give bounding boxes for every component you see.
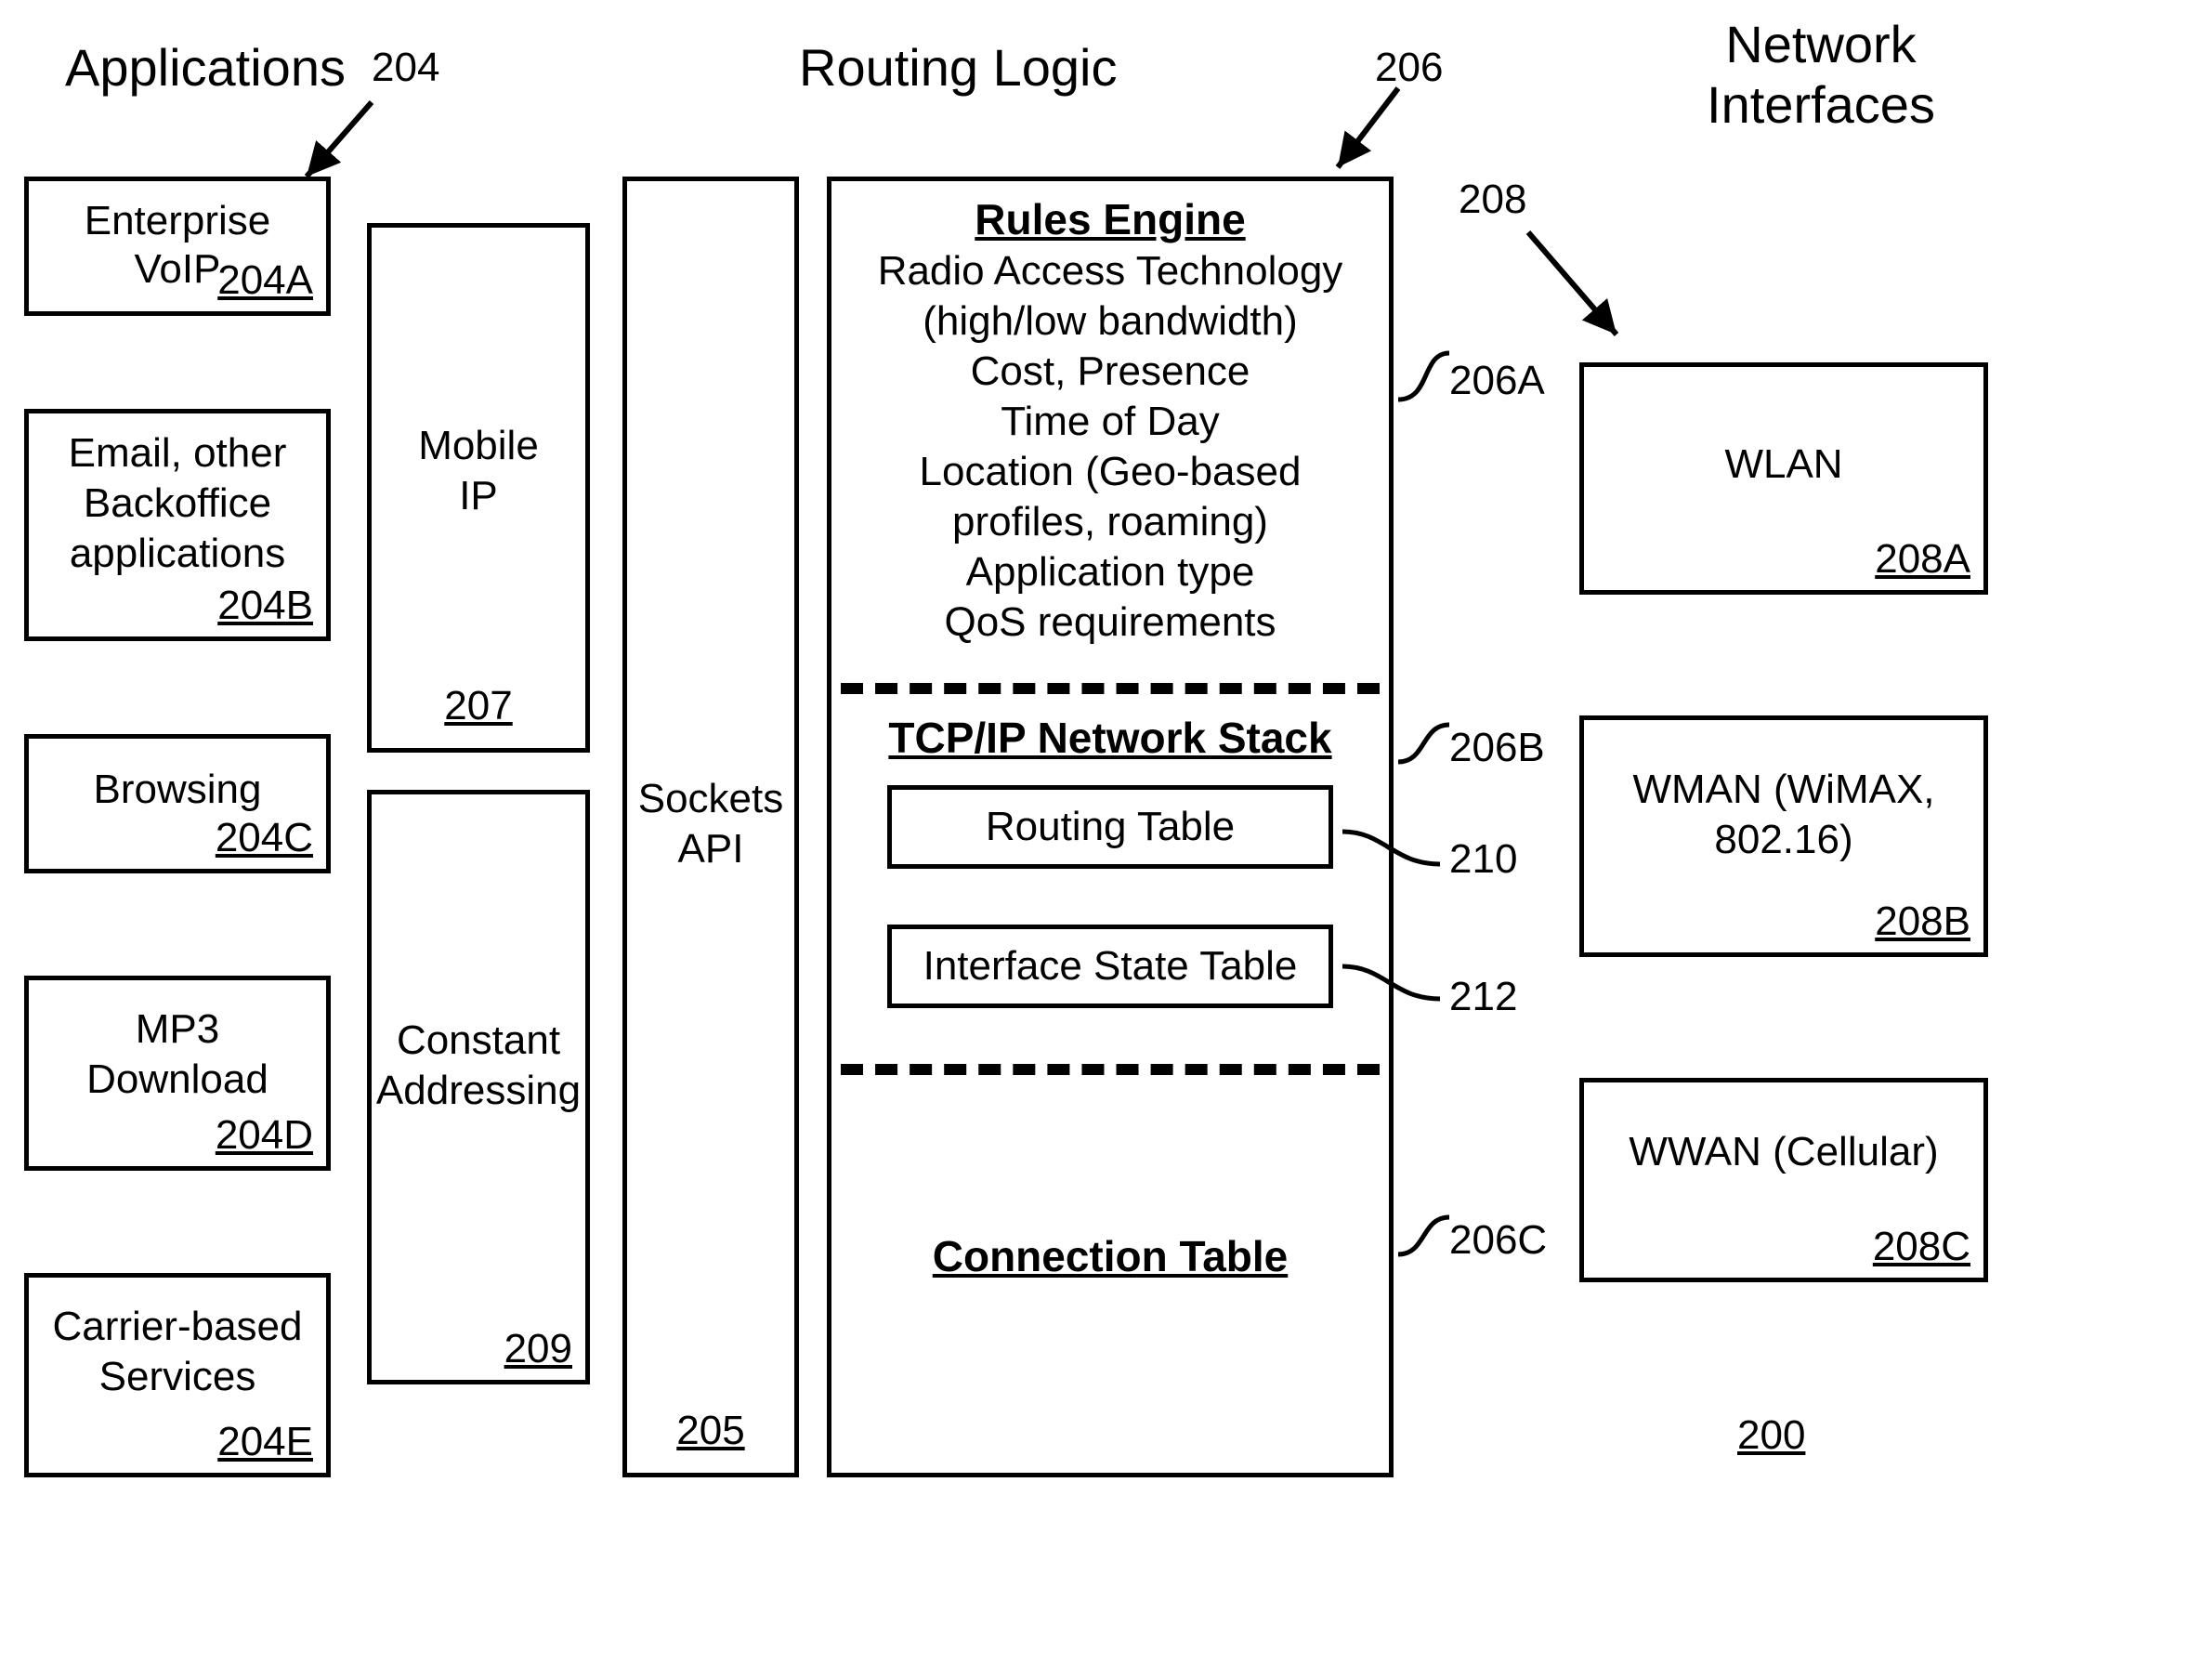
text: 802.16)	[1584, 817, 1983, 863]
divider	[841, 683, 1380, 694]
ref: 204C	[216, 815, 313, 861]
ref: 204B	[217, 583, 313, 629]
text: WLAN	[1584, 441, 1983, 488]
routing-logic-box: Rules Engine Radio Access Technology (hi…	[827, 177, 1394, 1477]
text: Cost, Presence	[831, 348, 1389, 395]
divider	[841, 1064, 1380, 1075]
text: Time of Day	[831, 399, 1389, 445]
text: MP3	[29, 1006, 326, 1053]
text: Constant	[372, 1017, 585, 1064]
text: Email, other	[29, 430, 326, 477]
text: WMAN (WiMAX,	[1584, 767, 1983, 813]
routing-table-ref: 210	[1449, 836, 1517, 883]
interface-state-table-ref: 212	[1449, 974, 1517, 1020]
ref: 207	[372, 683, 585, 729]
text: profiles, roaming)	[831, 499, 1389, 545]
text: Radio Access Technology	[831, 248, 1389, 295]
connection-table-ref: 206C	[1449, 1217, 1547, 1264]
ref: 205	[627, 1408, 794, 1454]
text: Enterprise	[29, 198, 326, 244]
text: Application type	[831, 549, 1389, 596]
arrow-icon	[1291, 74, 1421, 186]
text: WWAN (Cellular)	[1584, 1129, 1983, 1175]
app-enterprise-voip: Enterprise VoIP 204A	[24, 177, 331, 316]
interface-wlan: WLAN 208A	[1579, 362, 1988, 595]
text: API	[627, 826, 794, 872]
mobile-ip-box: Mobile IP 207	[367, 223, 590, 753]
app-mp3-download: MP3 Download 204D	[24, 976, 331, 1171]
text: Addressing	[372, 1068, 585, 1114]
sockets-api-box: Sockets API 205	[622, 177, 799, 1477]
text: Routing Table	[986, 804, 1235, 850]
rules-engine-title: Rules Engine	[831, 194, 1389, 244]
network-interfaces-heading-l1: Network	[1644, 14, 1997, 74]
text: IP	[372, 473, 585, 519]
text: Carrier-based	[29, 1304, 326, 1350]
text: Backoffice	[29, 480, 326, 527]
ref: 204D	[216, 1112, 313, 1159]
interface-wwan: WWAN (Cellular) 208C	[1579, 1078, 1988, 1282]
text: Location (Geo-based	[831, 449, 1389, 495]
text: Interface State Table	[923, 943, 1298, 990]
tcpip-stack-title: TCP/IP Network Stack	[831, 713, 1389, 763]
arrow-icon	[1505, 214, 1654, 362]
text: Services	[29, 1354, 326, 1400]
routing-table-box: Routing Table	[887, 785, 1333, 869]
text: applications	[29, 531, 326, 577]
app-email-backoffice: Email, other Backoffice applications 204…	[24, 409, 331, 641]
ref: 208C	[1873, 1224, 1970, 1270]
figure-ref: 200	[1737, 1412, 1805, 1459]
text: QoS requirements	[831, 599, 1389, 646]
connection-table-title: Connection Table	[831, 1231, 1389, 1281]
ref: 204A	[217, 257, 313, 304]
ref: 204E	[217, 1419, 313, 1465]
constant-addressing-box: Constant Addressing 209	[367, 790, 590, 1384]
leader-curve	[1338, 822, 1449, 878]
diagram-canvas: Applications 204 Routing Logic 206 Netwo…	[0, 0, 2212, 1666]
ref: 208A	[1875, 536, 1970, 583]
text: Browsing	[29, 767, 326, 813]
ref: 208B	[1875, 899, 1970, 945]
text: Mobile	[372, 423, 585, 469]
tcpip-ref: 206B	[1449, 725, 1545, 771]
ref: 209	[504, 1326, 572, 1372]
routing-logic-heading: Routing Logic	[799, 37, 1117, 98]
interface-wman: WMAN (WiMAX, 802.16) 208B	[1579, 715, 1988, 957]
app-carrier-services: Carrier-based Services 204E	[24, 1273, 331, 1477]
leader-curve	[1338, 957, 1449, 1013]
text: Sockets	[627, 776, 794, 822]
app-browsing: Browsing 204C	[24, 734, 331, 873]
network-interfaces-heading-l2: Interfaces	[1644, 74, 1997, 135]
rules-engine-ref: 206A	[1449, 358, 1545, 404]
text: Download	[29, 1056, 326, 1103]
text: (high/low bandwidth)	[831, 298, 1389, 345]
interface-state-table-box: Interface State Table	[887, 925, 1333, 1008]
